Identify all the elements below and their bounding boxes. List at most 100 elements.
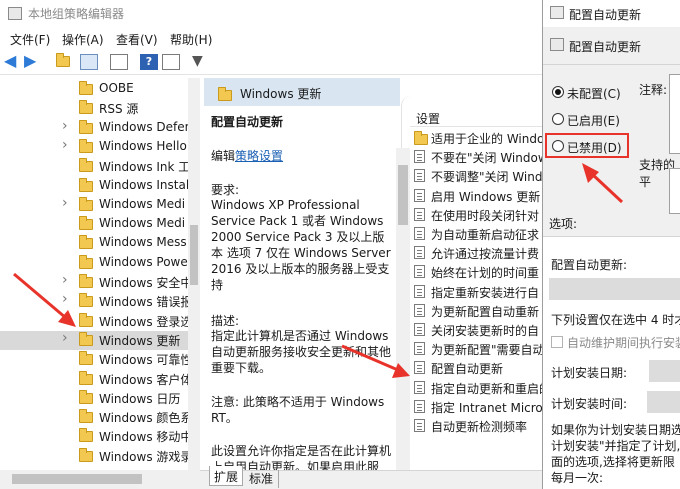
setting-row[interactable]: 指定自动更新和重启的 (414, 380, 545, 397)
tree-item[interactable]: RSS 源 (0, 99, 188, 118)
tree-item-label: Windows Hello (99, 138, 187, 153)
tree-scroll-thumb[interactable] (190, 225, 198, 285)
comment-field[interactable] (669, 74, 680, 154)
setting-label: 始终在计划的时间重 (431, 266, 540, 281)
radio-not-configured-label[interactable]: 未配置(C) (567, 85, 621, 102)
tree-hscroll-thumb[interactable] (12, 474, 142, 484)
radio-not-configured[interactable] (552, 86, 564, 98)
tree-item-label: Windows 日历 (99, 391, 181, 406)
tree-item[interactable]: Windows 可靠性 (0, 350, 192, 369)
bottom-text-1: 如果你为计划安装日期选 (551, 423, 680, 437)
folder-icon (79, 331, 93, 346)
setting-row[interactable]: 指定重新安装进行自 (414, 284, 545, 301)
auto-update-select[interactable] (549, 278, 680, 300)
tree-item-label: Windows Install (99, 177, 193, 192)
edit-line: 编辑策略设置 (211, 147, 283, 164)
policy-document-icon (414, 284, 425, 298)
tree-item[interactable]: › Windows Medi (0, 195, 188, 215)
tree-item[interactable]: Windows 移动中 (0, 427, 192, 446)
folder-icon (79, 196, 93, 211)
setting-row[interactable]: 在使用时段关闭针对 (414, 207, 545, 224)
up-folder-icon[interactable] (56, 53, 74, 70)
folder-icon (414, 131, 428, 145)
policy-document-icon (414, 342, 425, 356)
requirements-label: 要求: (211, 183, 240, 197)
sched-time-select[interactable] (647, 391, 680, 413)
note-4h: 下列设置仅在选中 4 时才 (551, 313, 680, 327)
tree-item[interactable]: Windows 客户体 (0, 370, 192, 389)
window-title: 本地组策略编辑器 (28, 7, 125, 21)
tree-item[interactable]: Windows 颜色系 (0, 408, 192, 427)
folder-icon (79, 312, 93, 327)
expand-chevron-icon[interactable]: › (62, 195, 68, 211)
radio-enabled-label[interactable]: 已启用(E) (567, 112, 620, 129)
folder-icon (79, 235, 93, 250)
tree-item[interactable]: › Windows 安全中 (0, 272, 192, 292)
tree-item-label: Windows 移动中 (99, 430, 193, 445)
setting-row[interactable]: 启用 Windows 更新 (414, 188, 545, 205)
setting-row[interactable]: 为更新配置"需要自动 (414, 341, 545, 358)
folder-icon (79, 100, 93, 115)
menu-file[interactable]: 文件(F) (10, 31, 50, 48)
description-label: 描述: (211, 314, 240, 328)
maintenance-label[interactable]: 自动维护期间执行安装 (567, 334, 680, 351)
setting-label: 启用 Windows 更新 (431, 189, 541, 204)
setting-row[interactable]: 不要调整"关闭 Windo (414, 168, 545, 185)
settings-header[interactable]: 设置 (416, 110, 440, 127)
radio-enabled[interactable] (552, 113, 564, 125)
tree-item[interactable]: › Windows 更新 (0, 330, 188, 350)
setting-row[interactable]: 指定 Intranet Micro (414, 399, 545, 416)
tree-item[interactable]: › Windows 错误报 (0, 291, 192, 311)
tree-item[interactable]: › Windows Hello (0, 137, 188, 157)
maintenance-checkbox[interactable] (551, 336, 563, 348)
expand-chevron-icon[interactable]: › (62, 137, 68, 153)
setting-row[interactable]: 不要在"关闭 Window (414, 149, 545, 166)
menu-action[interactable]: 操作(A) (62, 31, 104, 48)
setting-row[interactable]: 为自动重新启动征求 (414, 226, 545, 243)
show-tree-icon[interactable] (80, 54, 98, 70)
expand-chevron-icon[interactable]: › (62, 291, 68, 307)
filter-icon[interactable]: ▼ (192, 54, 210, 70)
setting-row[interactable]: 关闭安装更新时的自 (414, 322, 545, 339)
help-icon[interactable]: ? (140, 54, 158, 70)
expand-chevron-icon[interactable]: › (62, 330, 68, 346)
policy-document-icon (414, 188, 425, 202)
tree-item[interactable]: OOBE (0, 80, 188, 99)
tree-item[interactable]: Windows Mess (0, 234, 188, 253)
expand-chevron-icon[interactable]: › (62, 118, 68, 134)
folder-icon (79, 81, 93, 95)
tree-item[interactable]: Windows 游戏录 (0, 447, 192, 466)
settings-scroll-thumb[interactable] (398, 165, 408, 225)
setting-row[interactable]: 配置自动更新 (414, 360, 545, 377)
tab-expand[interactable]: 扩展 (209, 466, 243, 486)
tree-item[interactable]: Windows Medi (0, 215, 188, 234)
policy-document-icon (414, 380, 425, 394)
tree-item-label: Windows 更新 (99, 333, 181, 348)
properties-icon[interactable] (162, 54, 180, 70)
expand-chevron-icon[interactable]: › (62, 272, 68, 288)
back-icon[interactable]: ◀ (4, 53, 22, 70)
setting-row[interactable]: 允许通过按流量计费 (414, 245, 545, 262)
setting-row[interactable]: 始终在计划的时间重 (414, 264, 545, 281)
setting-label: 指定 Intranet Micro (431, 400, 543, 415)
menu-help[interactable]: 帮助(H) (170, 31, 212, 48)
tree-item[interactable]: Windows 登录选 (0, 312, 192, 331)
setting-label: 指定重新安装进行自 (431, 285, 540, 300)
tree-item[interactable]: Windows 日历 (0, 389, 188, 408)
edit-policy-link[interactable]: 策略设置 (235, 149, 283, 163)
tree-item[interactable]: Windows Install (0, 177, 193, 196)
forward-icon[interactable]: ▶ (24, 53, 42, 70)
setting-row[interactable]: 适用于企业的 Windo (414, 130, 545, 147)
export-icon[interactable] (110, 54, 128, 70)
comment-label: 注释: (639, 83, 668, 97)
tree-item[interactable]: › Windows Defen (0, 118, 192, 138)
setting-row[interactable]: 为更新配置自动重新 (414, 303, 545, 320)
menu-view[interactable]: 查看(V) (116, 31, 158, 48)
setting-row[interactable]: 自动更新检测频率 (414, 418, 545, 435)
setting-label: 允许通过按流量计费 (431, 247, 540, 262)
tree-item-label: OOBE (99, 81, 134, 95)
sched-date-select[interactable] (649, 360, 680, 382)
tab-standard[interactable]: 标准 (245, 470, 279, 488)
tree-item[interactable]: Windows Ink 工 (0, 157, 190, 176)
tree-item[interactable]: Windows Powe (0, 254, 188, 273)
